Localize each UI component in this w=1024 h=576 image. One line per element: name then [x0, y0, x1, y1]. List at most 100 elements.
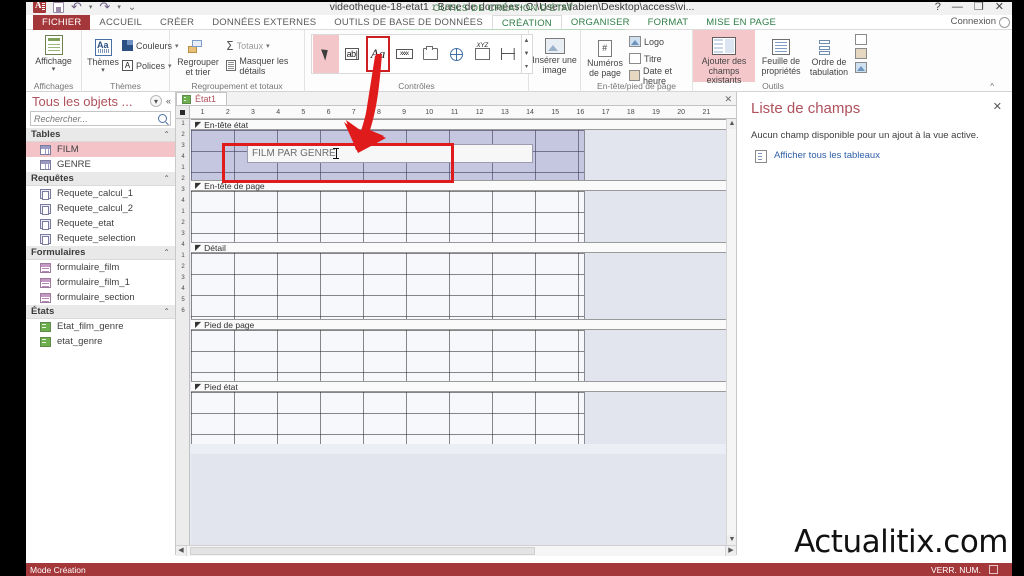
tab-creation[interactable]: CRÉATION — [491, 15, 562, 30]
nav-item-label: Requete_etat — [57, 218, 115, 229]
section-bar-page-footer[interactable]: ◤ Pied de page — [191, 319, 726, 330]
v-tick: 3 — [181, 231, 185, 237]
themes-button[interactable]: Thèmes ▾ — [86, 35, 120, 74]
nav-item-formulaire-film-1[interactable]: formulaire_film_1 — [26, 275, 175, 290]
group-box-tool[interactable] — [417, 35, 443, 73]
subreport-icon[interactable] — [855, 34, 867, 45]
nav-group-tables[interactable]: Tables ⌃ — [26, 128, 175, 142]
section-bar-report-footer[interactable]: ◤ Pied état — [191, 381, 726, 392]
show-all-tables-link[interactable]: Afficher tous les tableaux — [774, 149, 880, 163]
label-tool[interactable]: ab| — [339, 35, 365, 73]
design-view-icon[interactable] — [989, 565, 998, 574]
section-body-detail[interactable] — [191, 253, 726, 319]
tab-fichier[interactable]: FICHIER — [33, 15, 91, 30]
nav-group-requetes[interactable]: Requêtes ⌃ — [26, 172, 175, 186]
search-icon[interactable] — [158, 114, 167, 123]
show-all-tables-row[interactable]: Afficher tous les tableaux — [751, 149, 1002, 163]
page-break-tool[interactable]: XYZ — [469, 35, 495, 73]
collapse-icon[interactable]: ⌃ — [163, 130, 170, 139]
canvas-horizontal-scrollbar[interactable]: ◀ ▶ — [176, 545, 736, 556]
collapse-icon[interactable]: ⌃ — [163, 174, 170, 183]
nav-item-formulaire-section[interactable]: formulaire_section — [26, 290, 175, 305]
text-box-tool[interactable]: xxxx — [391, 35, 417, 73]
section-body-page-footer[interactable] — [191, 330, 726, 381]
regrouper-trier-button[interactable]: Regrouper et trier — [174, 35, 222, 77]
scroll-right-icon[interactable]: ▶ — [725, 545, 736, 556]
scroll-left-icon[interactable]: ◀ — [176, 545, 187, 556]
affichage-caret[interactable]: ▾ — [52, 66, 56, 73]
double-chevron-left-icon[interactable]: « — [166, 96, 171, 106]
masquer-details-button[interactable]: Masquer les détails — [226, 56, 304, 76]
nav-item-formulaire-film[interactable]: formulaire_film — [26, 260, 175, 275]
nav-item-etat-genre[interactable]: etat_genre — [26, 334, 175, 349]
chevron-down-circle-icon[interactable]: ▾ — [149, 95, 162, 107]
collapse-ribbon-icon[interactable]: ^ — [990, 82, 994, 91]
nav-group-formulaires[interactable]: Formulaires ⌃ — [26, 246, 175, 260]
section-bar-detail[interactable]: ◤ Détail — [191, 242, 726, 253]
nav-item-film[interactable]: FILM — [26, 142, 175, 157]
numeros-page-button[interactable]: Numéros de page — [584, 36, 626, 78]
hscroll-track[interactable] — [187, 545, 725, 556]
tab-organiser[interactable]: ORGANISER — [562, 15, 639, 30]
tab-outils-base-de-donnees[interactable]: OUTILS DE BASE DE DONNÉES — [325, 15, 492, 30]
nav-group-label-requetes: Requêtes — [31, 173, 74, 184]
collapse-icon[interactable]: ⌃ — [163, 248, 170, 257]
nav-item-genre[interactable]: GENRE — [26, 157, 175, 172]
tab-mise-en-page[interactable]: MISE EN PAGE — [697, 15, 785, 30]
totaux-label: Totaux — [236, 40, 264, 51]
chart-icon[interactable] — [855, 62, 867, 73]
subform-icon[interactable] — [855, 48, 867, 59]
close-icon[interactable]: ✕ — [993, 100, 1002, 113]
line-tool[interactable] — [495, 35, 521, 73]
field-list-header: Liste de champs ✕ — [737, 92, 1012, 117]
search-input[interactable] — [34, 113, 158, 124]
account-icon[interactable] — [999, 17, 1010, 28]
v-tick: 1 — [181, 209, 185, 215]
v-tick: 1 — [181, 253, 185, 259]
section-body-report-footer[interactable] — [191, 392, 726, 444]
tab-accueil[interactable]: ACCUEIL — [90, 15, 151, 30]
h-tick: 11 — [450, 108, 459, 116]
select-tool[interactable] — [313, 35, 339, 73]
tab-creer[interactable]: CRÉER — [151, 15, 203, 30]
totaux-caret[interactable]: ▾ — [266, 42, 270, 50]
canvas-empty-area[interactable] — [191, 454, 726, 545]
vertical-ruler[interactable]: 1 2 3 4 1 2 3 4 1 2 3 4 1 2 3 4 5 6 — [176, 119, 190, 545]
ordre-tabulation-button[interactable]: Ordre de tabulation — [805, 30, 853, 77]
view-icon — [44, 35, 63, 55]
tab-format[interactable]: FORMAT — [639, 15, 698, 30]
nav-item-requete-selection[interactable]: Requete_selection — [26, 231, 175, 246]
hyperlink-tool[interactable] — [443, 35, 469, 73]
titre-button[interactable]: Titre — [629, 51, 692, 66]
canvas-vertical-scrollbar[interactable]: ▲ ▼ — [726, 119, 737, 545]
nav-item-etat-film-genre[interactable]: Etat_film_genre — [26, 319, 175, 334]
logo-button[interactable]: Logo — [629, 34, 692, 49]
colors-icon — [122, 40, 133, 51]
feuille-proprietes-button[interactable]: Feuille de propriétés — [757, 30, 805, 76]
nav-item-requete-calcul-1[interactable]: Requete_calcul_1 — [26, 186, 175, 201]
section-bar-report-header[interactable]: ◤ En-tête état — [191, 119, 726, 130]
horizontal-ruler[interactable]: 1 2 3 4 5 6 7 8 9 10 11 12 13 14 15 16 1… — [176, 106, 736, 119]
close-document-icon[interactable]: ✕ — [724, 94, 732, 105]
inserer-image-button[interactable]: Insérer une image — [529, 30, 580, 75]
section-body-page-header[interactable] — [191, 191, 726, 242]
ajouter-champs-button[interactable]: Ajouter des champs existants — [693, 30, 755, 85]
document-tab-etat1[interactable]: État1 — [176, 92, 228, 105]
collapse-icon[interactable]: ⌃ — [163, 307, 170, 316]
text-format-tool[interactable]: Aa — [365, 35, 391, 73]
nav-item-requete-etat[interactable]: Requete_etat — [26, 216, 175, 231]
affichage-button[interactable]: Affichage ▾ — [26, 30, 81, 73]
controls-gallery[interactable]: ab| Aa xxxx XYZ ▲ ▼ ▾ — [311, 34, 533, 74]
subreport-tools[interactable] — [855, 34, 867, 73]
nav-group-etats[interactable]: États ⌃ — [26, 305, 175, 319]
tab-donnees-externes[interactable]: DONNÉES EXTERNES — [203, 15, 325, 30]
section-caret-icon: ◤ — [195, 320, 202, 329]
select-all-corner[interactable] — [176, 106, 190, 118]
hscroll-thumb[interactable] — [190, 546, 535, 555]
nav-item-requete-calcul-2[interactable]: Requete_calcul_2 — [26, 201, 175, 216]
connexion-label[interactable]: Connexion — [951, 16, 996, 27]
nav-search-box[interactable] — [30, 111, 171, 126]
v-tick: 4 — [181, 286, 185, 292]
themes-caret[interactable]: ▾ — [101, 67, 105, 74]
totaux-button[interactable]: Σ Totaux ▾ — [226, 38, 304, 53]
